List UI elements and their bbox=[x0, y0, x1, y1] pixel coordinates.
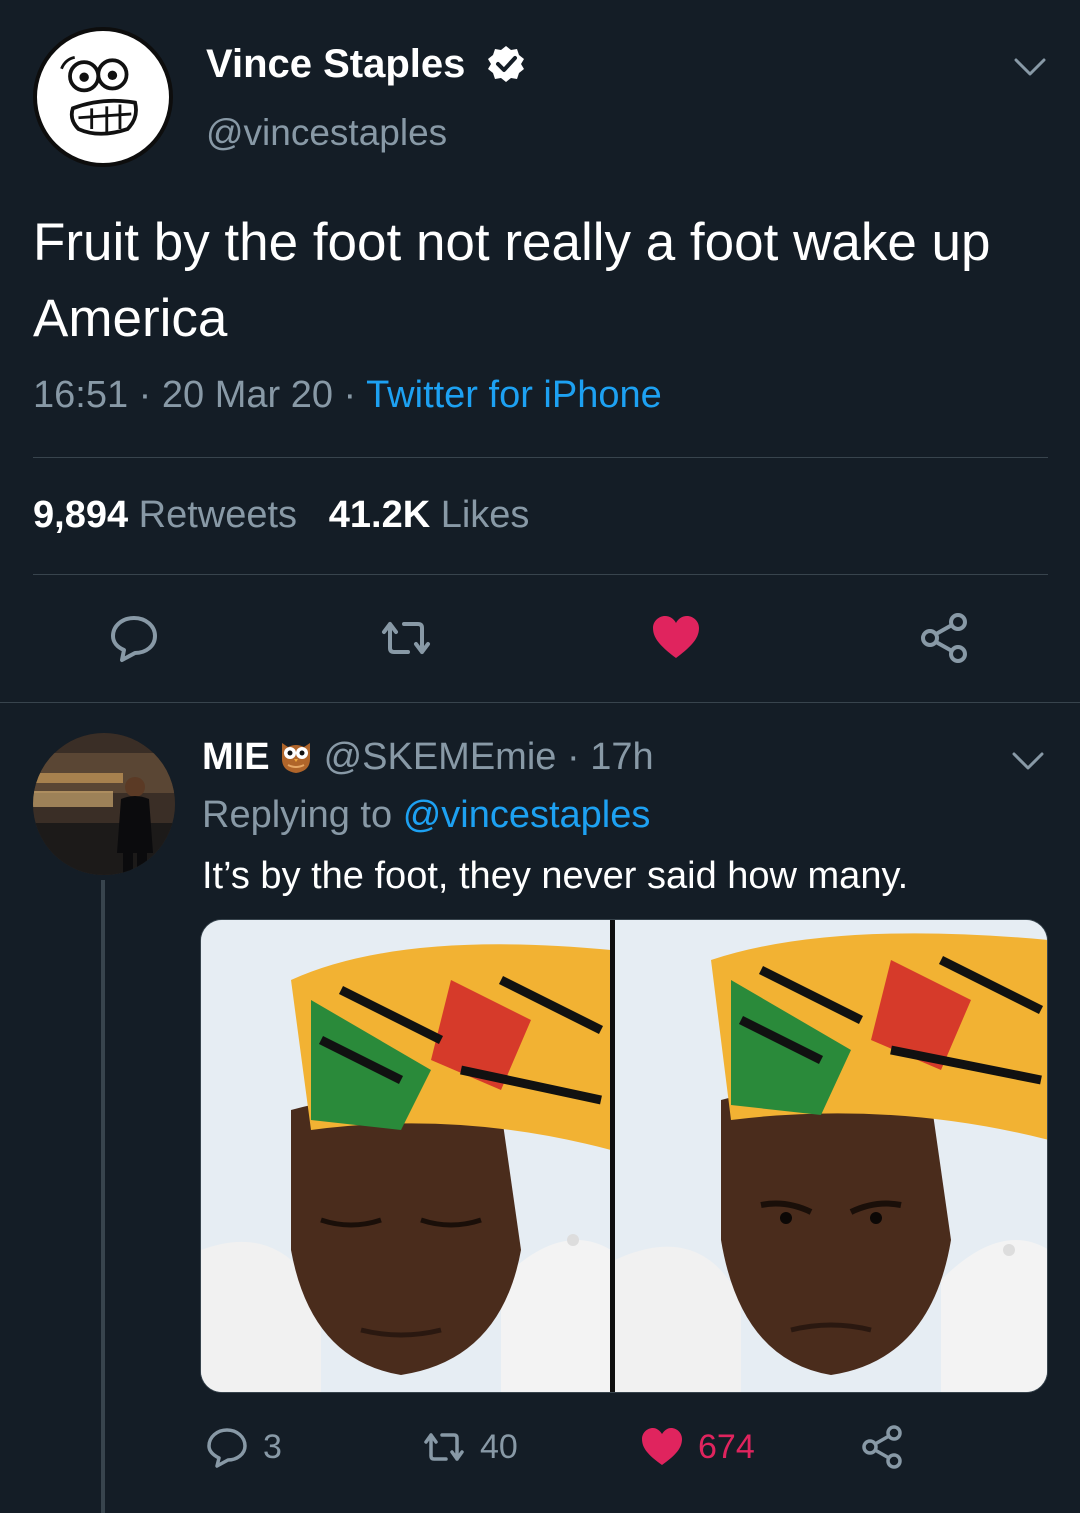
tweet-time: 16:51 bbox=[33, 374, 129, 416]
share-icon bbox=[862, 1425, 902, 1469]
person-photo-avatar-image bbox=[33, 733, 175, 875]
author-name[interactable]: Vince Staples bbox=[206, 42, 465, 87]
verified-badge-icon bbox=[488, 46, 524, 82]
heart-icon bbox=[642, 1428, 682, 1465]
reply-action[interactable]: 3 bbox=[205, 1424, 282, 1470]
media-divider bbox=[610, 920, 615, 1392]
reply-header: MIE @SKEMEmie · 17h bbox=[202, 736, 654, 779]
reply-author-name[interactable]: MIE bbox=[202, 736, 270, 778]
chevron-down-icon[interactable] bbox=[1012, 56, 1048, 78]
tweet-detail-screen: Vince Staples @vincestaples Fruit by the… bbox=[0, 0, 1080, 1513]
cartoon-face-avatar-image bbox=[60, 56, 138, 136]
separator: · bbox=[128, 374, 162, 416]
like-action[interactable]: 674 bbox=[640, 1424, 755, 1470]
reply-icon[interactable] bbox=[108, 612, 160, 664]
divider bbox=[33, 457, 1048, 458]
replying-to: Replying to @vincestaples bbox=[202, 794, 650, 837]
author-handle[interactable]: @vincestaples bbox=[206, 112, 447, 154]
reply-age: 17h bbox=[590, 736, 654, 778]
reply-media-image[interactable] bbox=[200, 919, 1048, 1393]
like-count: 674 bbox=[698, 1427, 755, 1466]
reply-author-avatar[interactable] bbox=[33, 733, 175, 875]
heart-icon[interactable] bbox=[650, 612, 702, 664]
retweet-label: Retweets bbox=[138, 494, 298, 536]
author-avatar[interactable] bbox=[33, 27, 173, 167]
tweet-date: 20 Mar 20 bbox=[161, 374, 333, 416]
chevron-down-icon[interactable] bbox=[1010, 750, 1046, 772]
owl-emoji-icon bbox=[281, 743, 310, 773]
reply-count: 3 bbox=[263, 1427, 282, 1466]
reply-text: It’s by the foot, they never said how ma… bbox=[202, 855, 909, 897]
retweets-stat[interactable]: 9,894 Retweets bbox=[33, 494, 297, 536]
likes-stat[interactable]: 41.2K Likes bbox=[329, 494, 530, 536]
share-icon[interactable] bbox=[918, 612, 970, 664]
like-label: Likes bbox=[440, 494, 530, 536]
retweet-count: 40 bbox=[480, 1427, 518, 1466]
retweet-action[interactable]: 40 bbox=[422, 1424, 518, 1470]
retweet-icon bbox=[424, 1433, 464, 1461]
separator: · bbox=[556, 736, 591, 778]
replying-to-label: Replying to bbox=[202, 794, 393, 836]
tweet-stats: 9,894 Retweets 41.2K Likes bbox=[33, 494, 529, 537]
replying-to-mention[interactable]: @vincestaples bbox=[403, 794, 651, 836]
like-count: 41.2K bbox=[328, 494, 431, 536]
section-divider bbox=[0, 702, 1080, 703]
tweet-timestamp: 16:51 · 20 Mar 20 · Twitter for iPhone bbox=[33, 374, 662, 417]
thread-line bbox=[101, 880, 105, 1513]
separator: · bbox=[332, 374, 367, 416]
retweet-count: 9,894 bbox=[33, 494, 129, 536]
tweet-text: Fruit by the foot not really a foot wake… bbox=[33, 213, 991, 348]
tweet-source-link[interactable]: Twitter for iPhone bbox=[366, 374, 662, 416]
divider bbox=[33, 574, 1048, 575]
reply-author-handle[interactable]: @SKEMEmie bbox=[324, 736, 557, 778]
reply-icon bbox=[207, 1428, 247, 1468]
retweet-icon[interactable] bbox=[380, 612, 432, 664]
meme-photo-two-panel bbox=[201, 920, 1047, 1392]
share-action[interactable] bbox=[860, 1424, 918, 1470]
